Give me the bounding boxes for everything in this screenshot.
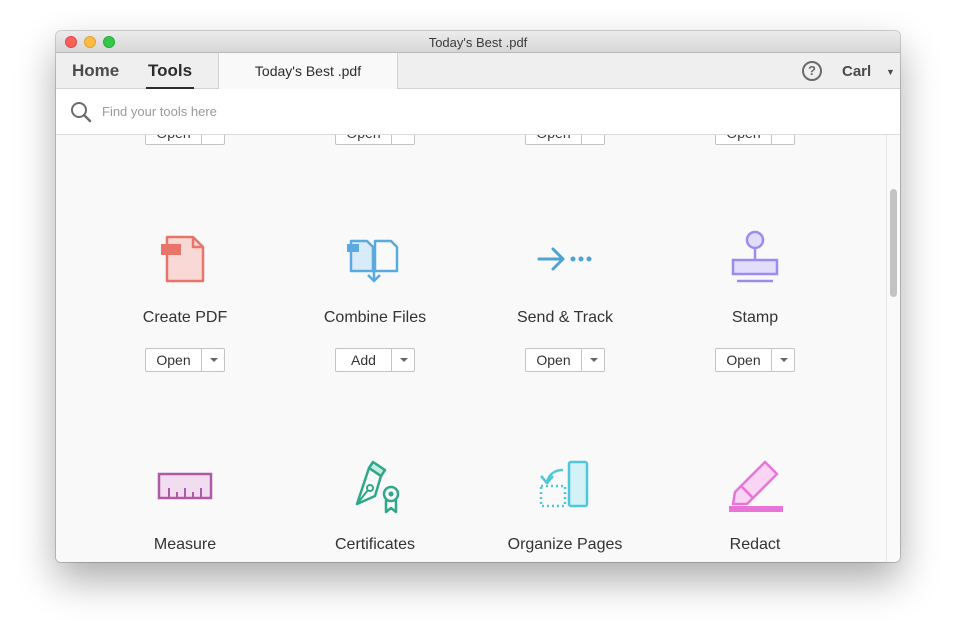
- chevron-down-icon[interactable]: ▼: [886, 67, 895, 77]
- help-button[interactable]: ?: [802, 61, 822, 81]
- redact-icon[interactable]: [725, 456, 785, 516]
- scrollbar-thumb[interactable]: [890, 189, 897, 297]
- split-button-label[interactable]: Open: [716, 135, 771, 144]
- tool-label[interactable]: Measure: [90, 536, 280, 554]
- split-button-label[interactable]: Add: [336, 349, 391, 371]
- open-button[interactable]: Open: [715, 135, 795, 145]
- open-button[interactable]: Open: [335, 135, 415, 145]
- chevron-down-icon[interactable]: [391, 135, 414, 144]
- chevron-down-icon[interactable]: [771, 349, 794, 371]
- document-tab[interactable]: Today's Best .pdf: [218, 53, 398, 90]
- open-button[interactable]: Open: [525, 348, 605, 372]
- chevron-down-icon[interactable]: [201, 349, 224, 371]
- search-icon: [71, 102, 92, 123]
- tab-tools[interactable]: Tools: [145, 53, 195, 89]
- add-button[interactable]: Add: [335, 348, 415, 372]
- tool-label[interactable]: Combine Files: [280, 309, 470, 327]
- split-button-label[interactable]: Open: [336, 135, 391, 144]
- tool-label[interactable]: Redact: [660, 536, 850, 554]
- split-button-label[interactable]: Open: [146, 349, 201, 371]
- split-button-label[interactable]: Open: [526, 135, 581, 144]
- title-bar: Today's Best .pdf: [56, 31, 900, 53]
- send-track-icon[interactable]: [535, 229, 595, 289]
- combine-files-icon[interactable]: [345, 229, 405, 289]
- tool-label[interactable]: Stamp: [660, 309, 850, 327]
- user-menu[interactable]: Carl: [842, 63, 871, 80]
- chevron-down-icon[interactable]: [201, 135, 224, 144]
- chevron-down-icon[interactable]: [581, 349, 604, 371]
- tool-label[interactable]: Send & Track: [470, 309, 660, 327]
- tool-label[interactable]: Certificates: [280, 536, 470, 554]
- window-title: Today's Best .pdf: [428, 35, 528, 50]
- tools-grid: Open Open Open Open Create PDF Open: [56, 135, 886, 562]
- tool-label[interactable]: Create PDF: [90, 309, 280, 327]
- tool-label[interactable]: Organize Pages: [470, 536, 660, 554]
- measure-icon[interactable]: [155, 456, 215, 516]
- split-button-label[interactable]: Open: [146, 135, 201, 144]
- top-nav: Home Tools Today's Best .pdf ? Carl ▼: [56, 53, 900, 90]
- chevron-down-icon[interactable]: [391, 349, 414, 371]
- split-button-label[interactable]: Open: [716, 349, 771, 371]
- stamp-icon[interactable]: [725, 229, 785, 289]
- open-button[interactable]: Open: [715, 348, 795, 372]
- app-window: Today's Best .pdf Home Tools Today's Bes…: [56, 31, 900, 562]
- organize-pages-icon[interactable]: [535, 456, 595, 516]
- search-bar: [56, 89, 900, 135]
- create-pdf-icon[interactable]: [155, 229, 215, 289]
- tab-home[interactable]: Home: [72, 53, 119, 89]
- open-button[interactable]: Open: [525, 135, 605, 145]
- chevron-down-icon[interactable]: [771, 135, 794, 144]
- open-button[interactable]: Open: [145, 348, 225, 372]
- chevron-down-icon[interactable]: [581, 135, 604, 144]
- split-button-label[interactable]: Open: [526, 349, 581, 371]
- vertical-scrollbar[interactable]: [886, 135, 900, 562]
- certificates-icon[interactable]: [345, 456, 405, 516]
- open-button[interactable]: Open: [145, 135, 225, 145]
- search-input[interactable]: [102, 101, 802, 121]
